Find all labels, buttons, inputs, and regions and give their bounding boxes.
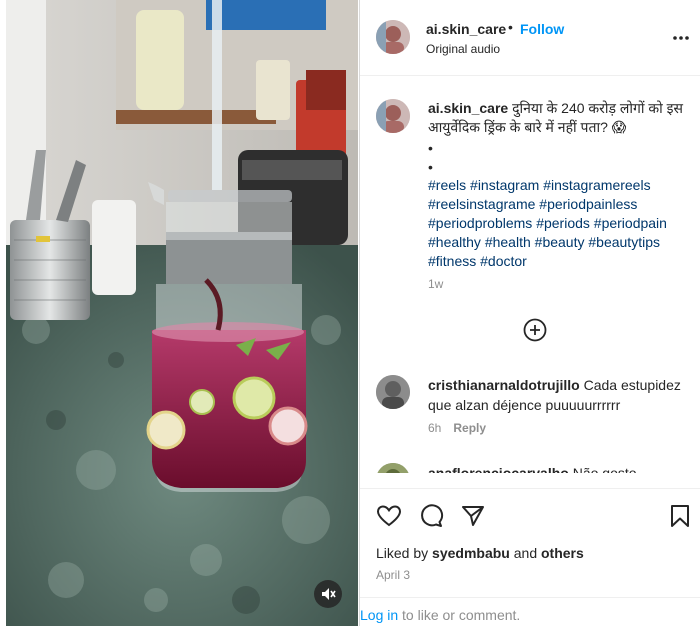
bullet-2: • [428, 159, 433, 175]
comment-meta: 6h Reply [428, 421, 486, 435]
likes-others-link[interactable]: others [541, 545, 584, 561]
hashtag-link[interactable]: #health [485, 234, 531, 250]
commenter-avatar[interactable] [376, 463, 410, 473]
send-icon [462, 506, 484, 526]
post-header: ai.skin_care • Follow Original audio [360, 0, 700, 76]
hashtag-link[interactable]: #periodpainless [539, 196, 637, 212]
caption-timestamp[interactable]: 1w [428, 277, 443, 291]
login-prompt: Log in to like or comment. [360, 597, 700, 626]
comment-text: cristhianarnaldotrujillo Cada estupidez … [428, 375, 688, 415]
hashtag-link[interactable]: #healthy [428, 234, 481, 250]
hashtag-link[interactable]: #instagram [470, 177, 539, 193]
caption-author-avatar[interactable] [376, 99, 410, 133]
reel-video[interactable] [6, 0, 358, 626]
comment-text: anaflorenciocarvalho Não gosto [428, 463, 688, 473]
commenter-username-link[interactable]: anaflorenciocarvalho [428, 465, 569, 473]
post-actions-bar: Liked by syedmbabu and others April 3 Lo… [360, 488, 700, 626]
comment-timestamp[interactable]: 6h [428, 421, 441, 435]
heart-icon [376, 505, 402, 527]
likes-summary: Liked by syedmbabu and others [376, 545, 584, 561]
login-rest-text: to like or comment. [398, 607, 521, 623]
comment-body: Não gosto [572, 465, 637, 473]
avatar-image [376, 463, 410, 473]
hashtag-link[interactable]: #periodpain [594, 215, 667, 231]
post-details-panel: ai.skin_care • Follow Original audio ai.… [359, 0, 700, 626]
bullet-1: • [428, 140, 433, 156]
comment-icon [421, 504, 444, 527]
comment-button[interactable] [418, 503, 444, 529]
hashtag-link[interactable]: #periods [536, 215, 590, 231]
mute-toggle-button[interactable] [314, 580, 342, 608]
liker-username-link[interactable]: syedmbabu [432, 545, 510, 561]
hashtag-link[interactable]: #beautytips [588, 234, 660, 250]
share-button[interactable] [460, 503, 486, 529]
avatar-image [376, 375, 410, 409]
audio-link[interactable]: Original audio [426, 42, 500, 56]
plus-circle-icon [523, 318, 547, 342]
avatar-image [376, 20, 410, 54]
author-username-link[interactable]: ai.skin_care [426, 21, 506, 37]
reply-button[interactable]: Reply [453, 421, 486, 435]
caption-bullets: • • [428, 139, 433, 177]
more-options-button[interactable] [671, 28, 691, 48]
post-dialog: ai.skin_care • Follow Original audio ai.… [0, 0, 700, 626]
commenter-avatar[interactable] [376, 375, 410, 409]
login-link[interactable]: Log in [360, 607, 398, 623]
hashtag-link[interactable]: #reelsinstagrame [428, 196, 535, 212]
muted-speaker-icon [322, 588, 336, 600]
save-button[interactable] [667, 503, 693, 529]
caption-username-link[interactable]: ai.skin_care [428, 100, 508, 116]
caption-text: ai.skin_care दुनिया के 240 करोड़ लोगों क… [428, 99, 690, 137]
like-button[interactable] [376, 503, 402, 529]
hashtag-link[interactable]: #reels [428, 177, 466, 193]
hashtag-link[interactable]: #doctor [480, 253, 527, 269]
bookmark-icon [671, 505, 689, 527]
follow-button[interactable]: Follow [520, 21, 564, 37]
login-prompt-text: Log in to like or comment. [360, 607, 520, 623]
hashtag-link[interactable]: #periodproblems [428, 215, 532, 231]
hashtag-list: #reels #instagram #instagramereels #reel… [428, 176, 694, 271]
more-icon [673, 36, 689, 40]
load-more-comments-button[interactable] [523, 318, 547, 342]
hashtag-link[interactable]: #beauty [535, 234, 585, 250]
likes-prefix: Liked by [376, 545, 429, 561]
commenter-username-link[interactable]: cristhianarnaldotrujillo [428, 377, 580, 393]
video-frame-image [6, 0, 358, 626]
comments-list[interactable]: ai.skin_care दुनिया के 240 करोड़ लोगों क… [360, 77, 700, 473]
hashtag-link[interactable]: #fitness [428, 253, 476, 269]
author-avatar[interactable] [376, 20, 410, 54]
hashtag-link[interactable]: #instagramereels [543, 177, 650, 193]
post-date[interactable]: April 3 [376, 568, 410, 582]
separator-dot: • [508, 19, 513, 35]
avatar-image [376, 99, 410, 133]
likes-middle: and [513, 545, 538, 561]
